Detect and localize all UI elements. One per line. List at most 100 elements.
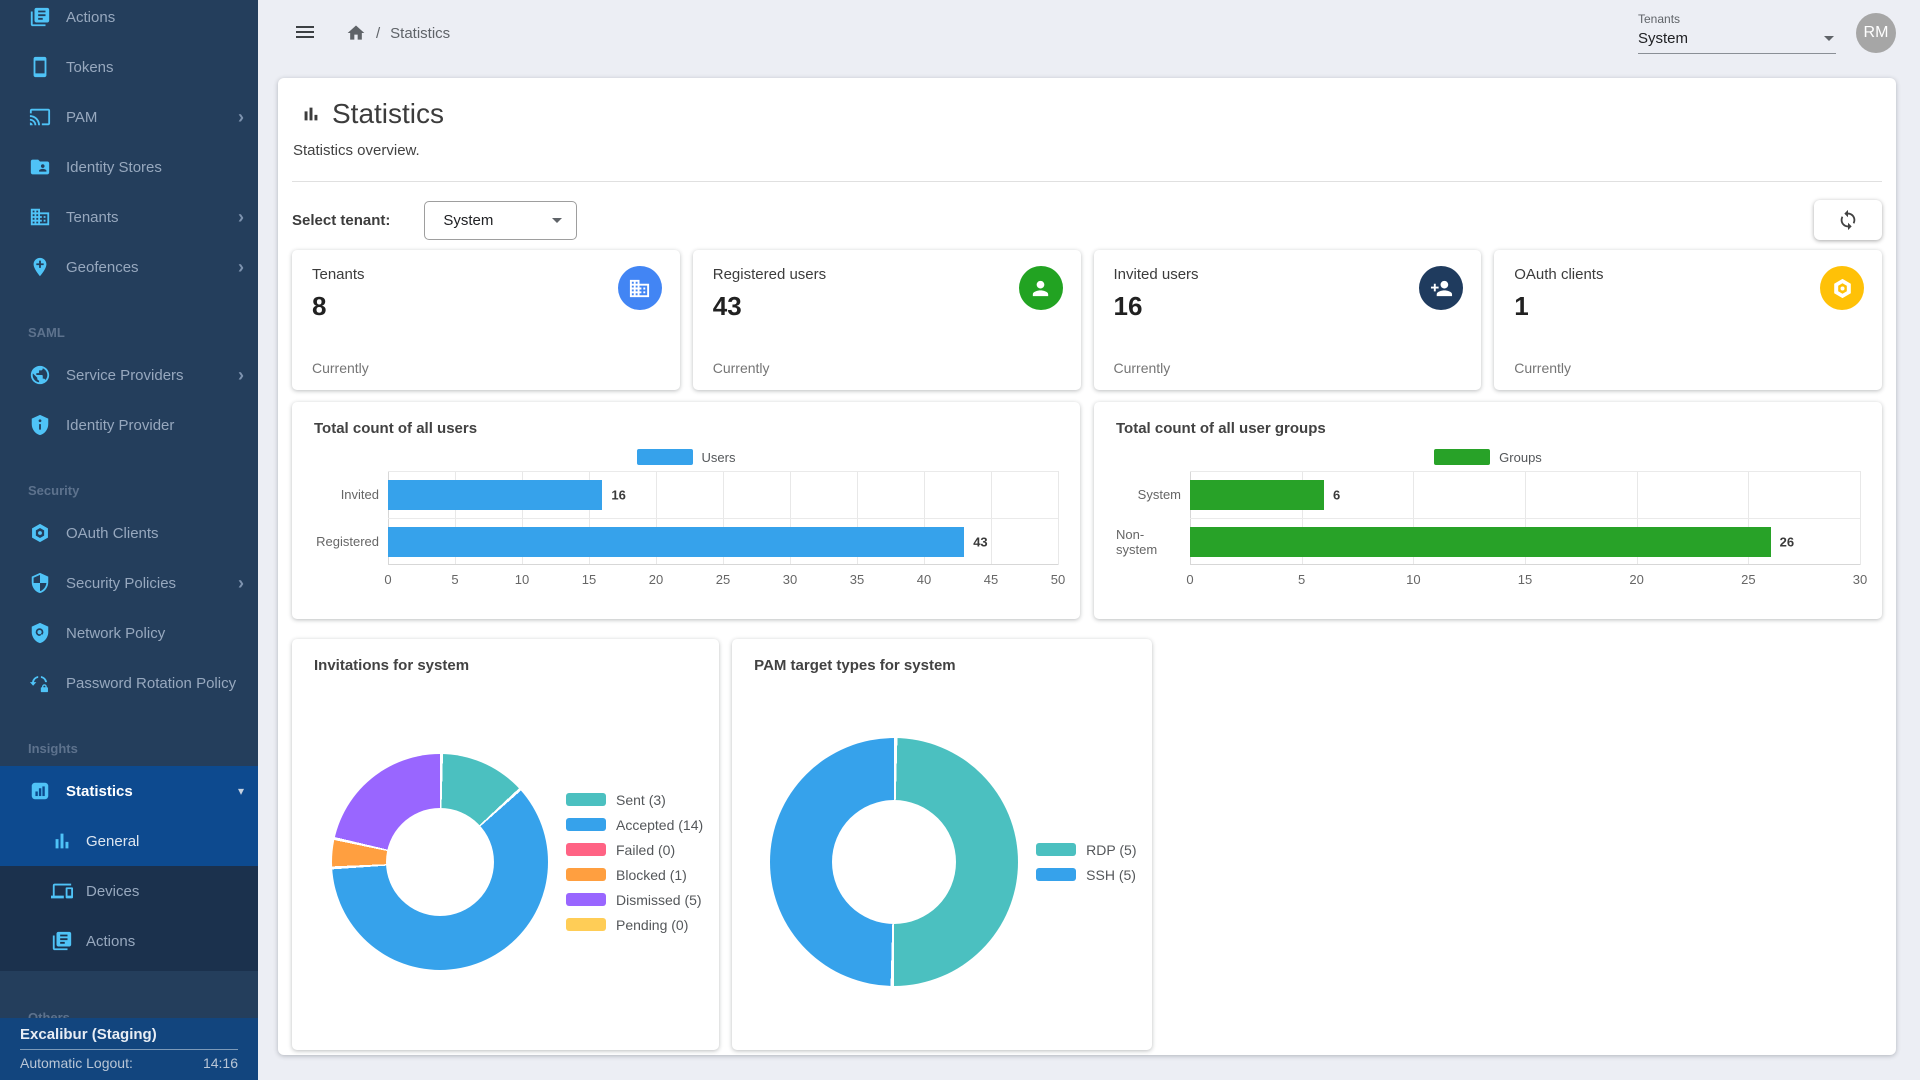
legend-swatch[interactable] [637, 449, 693, 465]
stat-label: Invited users [1114, 266, 1464, 283]
legend-label: SSH (5) [1086, 867, 1136, 883]
legend-label: Accepted (14) [616, 817, 703, 833]
sidebar-item-devices[interactable]: Devices [0, 866, 258, 916]
sidebar-item-label: Actions [86, 933, 244, 950]
legend-label: RDP (5) [1086, 842, 1136, 858]
donut-chart [770, 738, 1018, 986]
sidebar-item-general[interactable]: General [0, 816, 258, 866]
hamburger-menu-button[interactable] [292, 20, 318, 46]
breadcrumb-separator: / [376, 25, 380, 42]
x-tick-label: 20 [1629, 572, 1643, 587]
footer-divider [20, 1049, 238, 1050]
sidebar-item-geofences[interactable]: Geofences › [0, 242, 258, 292]
legend-item[interactable]: Blocked (1) [566, 867, 703, 883]
identity-provider-icon [28, 413, 52, 437]
bar[interactable] [388, 527, 964, 557]
x-tick-label: 10 [1406, 572, 1420, 587]
stat-cards-row: Tenants 8 Currently Registered users 43 … [292, 250, 1882, 390]
breadcrumb: / Statistics [346, 23, 450, 43]
donut-chart [332, 754, 548, 970]
sidebar-item-network-policy[interactable]: Network Policy [0, 608, 258, 658]
page-subtitle: Statistics overview. [293, 142, 1882, 159]
sidebar-item-pam[interactable]: PAM › [0, 92, 258, 142]
legend-swatch [566, 918, 606, 931]
statistics-panel: Statistics Statistics overview. Select t… [278, 78, 1896, 1055]
bar-charts-row: Total count of all users Users InvitedRe… [292, 402, 1882, 619]
x-tick-label: 15 [1518, 572, 1532, 587]
x-tick-label: 15 [582, 572, 596, 587]
x-tick-label: 45 [984, 572, 998, 587]
sidebar-item-tenants[interactable]: Tenants › [0, 192, 258, 242]
main-area: / Statistics Tenants System RM Statistic… [258, 0, 1920, 1080]
sidebar-item-label: PAM [66, 109, 238, 126]
avatar[interactable]: RM [1856, 13, 1896, 53]
sidebar-item-identity-stores[interactable]: Identity Stores [0, 142, 258, 192]
sidebar-item-label: Identity Stores [66, 159, 244, 176]
x-tick-label: 0 [384, 572, 391, 587]
legend-item[interactable]: Accepted (14) [566, 817, 703, 833]
sidebar-item-sub-actions[interactable]: Actions [0, 916, 258, 966]
tenants-icon [28, 205, 52, 229]
section-header-saml: SAML [0, 322, 258, 342]
sidebar-item-label: Geofences [66, 259, 238, 276]
section-header-security: Security [0, 480, 258, 500]
sidebar-item-identity-provider[interactable]: Identity Provider [0, 400, 258, 450]
legend-swatch [566, 793, 606, 806]
sidebar-footer: Excalibur (Staging) Automatic Logout: 14… [0, 1018, 258, 1080]
devices-icon [50, 879, 74, 903]
y-axis-labels: SystemNon-system [1116, 471, 1190, 565]
bar-chart-icon [300, 103, 322, 125]
chart-title: Total count of all user groups [1116, 420, 1860, 437]
bar[interactable] [1190, 527, 1771, 557]
refresh-icon [1837, 209, 1859, 231]
legend-item[interactable]: Sent (3) [566, 792, 703, 808]
chevron-right-icon: › [238, 208, 244, 226]
sidebar-item-oauth-clients[interactable]: OAuth Clients [0, 508, 258, 558]
sidebar-item-security-policies[interactable]: Security Policies › [0, 558, 258, 608]
legend-swatch [1036, 843, 1076, 856]
x-tick-label: 5 [1298, 572, 1305, 587]
tenant-select-label: Tenants [1638, 12, 1836, 26]
legend-item[interactable]: RDP (5) [1036, 842, 1136, 858]
sidebar-item-service-providers[interactable]: Service Providers › [0, 350, 258, 400]
x-tick-label: 50 [1051, 572, 1065, 587]
pam-icon [28, 105, 52, 129]
legend-item[interactable]: Failed (0) [566, 842, 703, 858]
home-icon[interactable] [346, 23, 366, 43]
bar-row: 16 [388, 471, 1058, 518]
tenant-select-value: System [1638, 30, 1688, 47]
chart-legend: Sent (3) Accepted (14) Failed (0) Blocked (… [566, 792, 703, 933]
sidebar-item-label: Password Rotation Policy [66, 675, 244, 692]
sidebar-item-label: Service Providers [66, 367, 238, 384]
bar-row: 6 [1190, 471, 1860, 518]
sidebar-item-label: Actions [66, 9, 244, 26]
legend-swatch [566, 818, 606, 831]
sidebar-item-password-rotation-policy[interactable]: Password Rotation Policy [0, 658, 258, 708]
stat-value: 8 [312, 291, 662, 322]
sidebar-item-statistics[interactable]: Statistics ▾ [0, 766, 258, 816]
breadcrumb-current: Statistics [390, 25, 450, 42]
chevron-right-icon: › [238, 366, 244, 384]
topbar-tenant-select[interactable]: Tenants System [1638, 12, 1836, 54]
tenant-select[interactable]: System [424, 201, 577, 240]
sidebar-item-actions[interactable]: Actions [0, 0, 258, 42]
content: Statistics Statistics overview. Select t… [258, 66, 1920, 1080]
sidebar-item-tokens[interactable]: Tokens [0, 42, 258, 92]
tokens-icon [28, 55, 52, 79]
x-tick-label: 0 [1186, 572, 1193, 587]
legend-item[interactable]: Pending (0) [566, 917, 703, 933]
stat-value: 16 [1114, 291, 1464, 322]
building-icon [618, 266, 662, 310]
legend-item[interactable]: SSH (5) [1036, 867, 1136, 883]
bar[interactable] [388, 480, 602, 510]
legend-item[interactable]: Dismissed (5) [566, 892, 703, 908]
statistics-icon [28, 779, 52, 803]
refresh-button[interactable] [1814, 200, 1882, 240]
person-add-icon [1419, 266, 1463, 310]
stat-card-oauth-clients: OAuth clients 1 Currently [1494, 250, 1882, 390]
legend-swatch [566, 893, 606, 906]
bar[interactable] [1190, 480, 1324, 510]
stat-card-tenants: Tenants 8 Currently [292, 250, 680, 390]
legend-swatch[interactable] [1434, 449, 1490, 465]
bar-row: 43 [388, 518, 1058, 565]
